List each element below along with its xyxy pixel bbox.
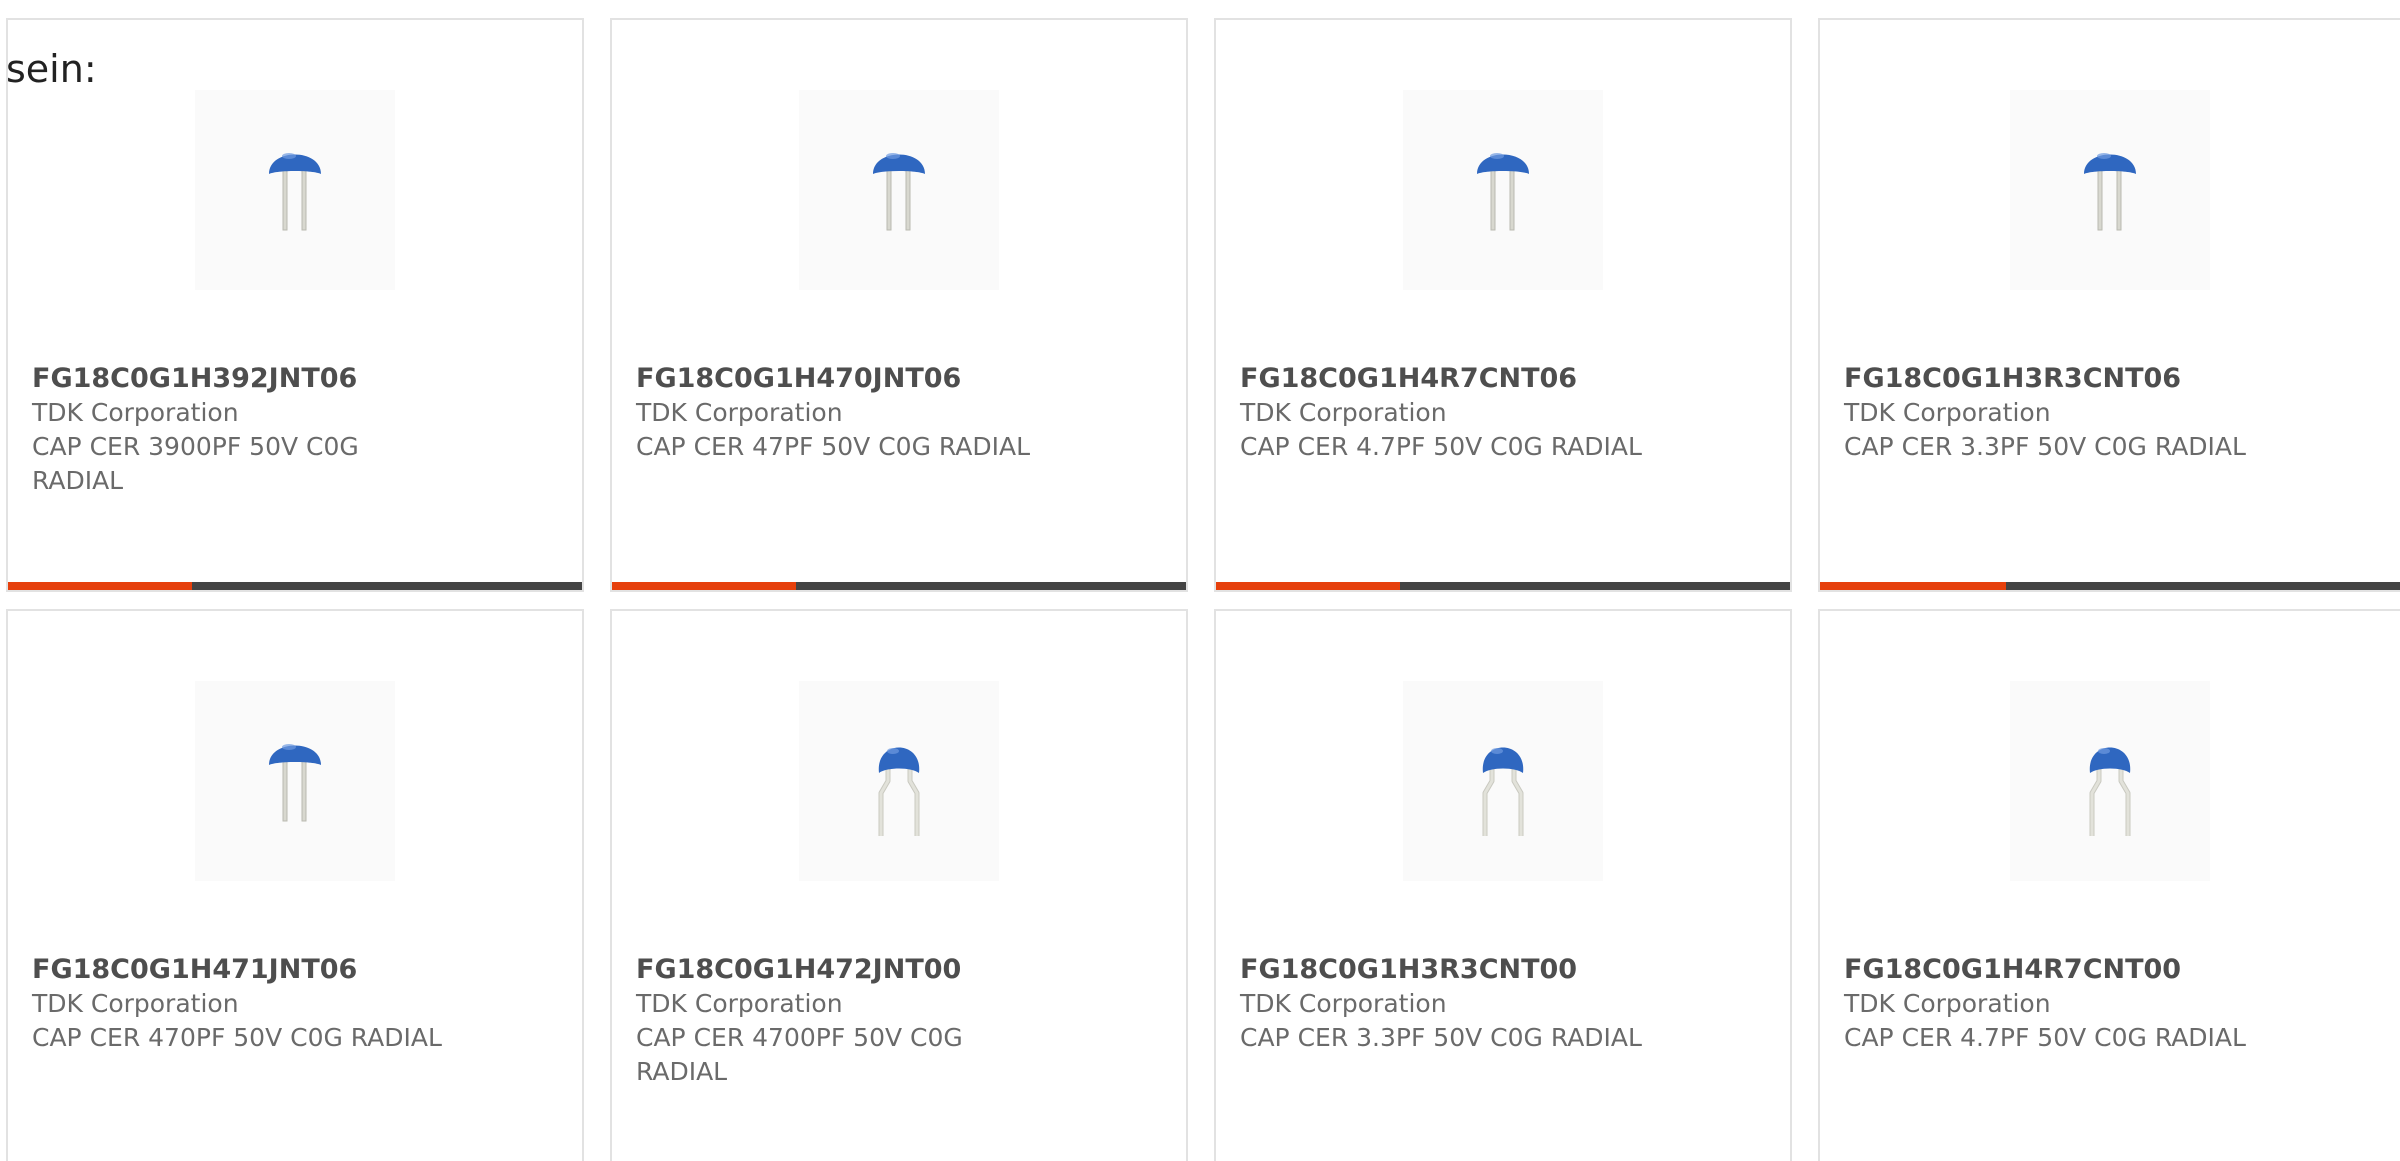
capacitor-bent-leads-icon	[878, 747, 920, 836]
manufacturer: TDK Corporation	[32, 989, 239, 1018]
manufacturer: TDK Corporation	[1240, 398, 1447, 427]
intro-text: sein:	[6, 47, 97, 91]
product-info: FG18C0G1H4R7CNT06 TDK Corporation CAP CE…	[1240, 362, 1660, 464]
part-number[interactable]: FG18C0G1H392JNT06	[32, 362, 452, 396]
progress-fill	[612, 582, 796, 590]
product-card[interactable]: FG18C0G1H470JNT06 TDK Corporation CAP CE…	[610, 18, 1188, 592]
part-number[interactable]: FG18C0G1H4R7CNT06	[1240, 362, 1660, 396]
progress-bar	[612, 582, 1186, 590]
capacitor-straight-leads-icon	[269, 744, 321, 822]
part-number[interactable]: FG18C0G1H471JNT06	[32, 953, 452, 987]
manufacturer: TDK Corporation	[636, 989, 843, 1018]
description: CAP CER 3900PF 50V C0G RADIAL	[32, 432, 359, 495]
product-card[interactable]: FG18C0G1H4R7CNT06 TDK Corporation CAP CE…	[1214, 18, 1792, 592]
manufacturer: TDK Corporation	[1844, 989, 2051, 1018]
product-card[interactable]: FG18C0G1H471JNT06 TDK Corporation CAP CE…	[6, 609, 584, 1161]
part-number[interactable]: FG18C0G1H470JNT06	[636, 362, 1056, 396]
capacitor-straight-leads-icon	[269, 153, 321, 231]
product-info: FG18C0G1H3R3CNT00 TDK Corporation CAP CE…	[1240, 953, 1660, 1055]
product-card[interactable]: FG18C0G1H4R7CNT00 TDK Corporation CAP CE…	[1818, 609, 2400, 1161]
description: CAP CER 4.7PF 50V C0G RADIAL	[1844, 1023, 2246, 1052]
manufacturer: TDK Corporation	[1240, 989, 1447, 1018]
part-number[interactable]: FG18C0G1H4R7CNT00	[1844, 953, 2264, 987]
part-number[interactable]: FG18C0G1H3R3CNT06	[1844, 362, 2264, 396]
product-card[interactable]: FG18C0G1H3R3CNT00 TDK Corporation CAP CE…	[1214, 609, 1792, 1161]
progress-fill	[1216, 582, 1400, 590]
product-image[interactable]	[195, 681, 395, 881]
part-number[interactable]: FG18C0G1H3R3CNT00	[1240, 953, 1660, 987]
product-card[interactable]: FG18C0G1H472JNT00 TDK Corporation CAP CE…	[610, 609, 1188, 1161]
capacitor-straight-leads-icon	[873, 153, 925, 231]
product-info: FG18C0G1H471JNT06 TDK Corporation CAP CE…	[32, 953, 452, 1055]
product-card[interactable]: FG18C0G1H392JNT06 TDK Corporation CAP CE…	[6, 18, 584, 592]
product-image[interactable]	[1403, 90, 1603, 290]
product-info: FG18C0G1H472JNT00 TDK Corporation CAP CE…	[636, 953, 1056, 1089]
progress-bar	[1216, 582, 1790, 590]
capacitor-bent-leads-icon	[2089, 747, 2131, 836]
progress-fill	[1820, 582, 2006, 590]
description: CAP CER 3.3PF 50V C0G RADIAL	[1844, 432, 2246, 461]
description: CAP CER 470PF 50V C0G RADIAL	[32, 1023, 442, 1052]
product-image[interactable]	[799, 90, 999, 290]
product-card[interactable]: FG18C0G1H3R3CNT06 TDK Corporation CAP CE…	[1818, 18, 2400, 592]
product-info: FG18C0G1H3R3CNT06 TDK Corporation CAP CE…	[1844, 362, 2264, 464]
product-grid-page: sein: FG18C0G1H392JNT06 TDK Corporation …	[0, 0, 2400, 1161]
part-number[interactable]: FG18C0G1H472JNT00	[636, 953, 1056, 987]
description: CAP CER 3.3PF 50V C0G RADIAL	[1240, 1023, 1642, 1052]
description: CAP CER 4700PF 50V C0G RADIAL	[636, 1023, 963, 1086]
product-info: FG18C0G1H392JNT06 TDK Corporation CAP CE…	[32, 362, 452, 498]
progress-fill	[8, 582, 192, 590]
description: CAP CER 47PF 50V C0G RADIAL	[636, 432, 1031, 461]
capacitor-straight-leads-icon	[1477, 153, 1529, 231]
product-image[interactable]	[2010, 90, 2210, 290]
progress-bar	[1820, 582, 2400, 590]
product-image[interactable]	[195, 90, 395, 290]
product-image[interactable]	[1403, 681, 1603, 881]
product-image[interactable]	[2010, 681, 2210, 881]
manufacturer: TDK Corporation	[636, 398, 843, 427]
progress-bar	[8, 582, 582, 590]
manufacturer: TDK Corporation	[1844, 398, 2051, 427]
capacitor-bent-leads-icon	[1482, 747, 1524, 836]
product-info: FG18C0G1H4R7CNT00 TDK Corporation CAP CE…	[1844, 953, 2264, 1055]
description: CAP CER 4.7PF 50V C0G RADIAL	[1240, 432, 1642, 461]
capacitor-straight-leads-icon	[2084, 153, 2136, 231]
product-info: FG18C0G1H470JNT06 TDK Corporation CAP CE…	[636, 362, 1056, 464]
product-image[interactable]	[799, 681, 999, 881]
manufacturer: TDK Corporation	[32, 398, 239, 427]
